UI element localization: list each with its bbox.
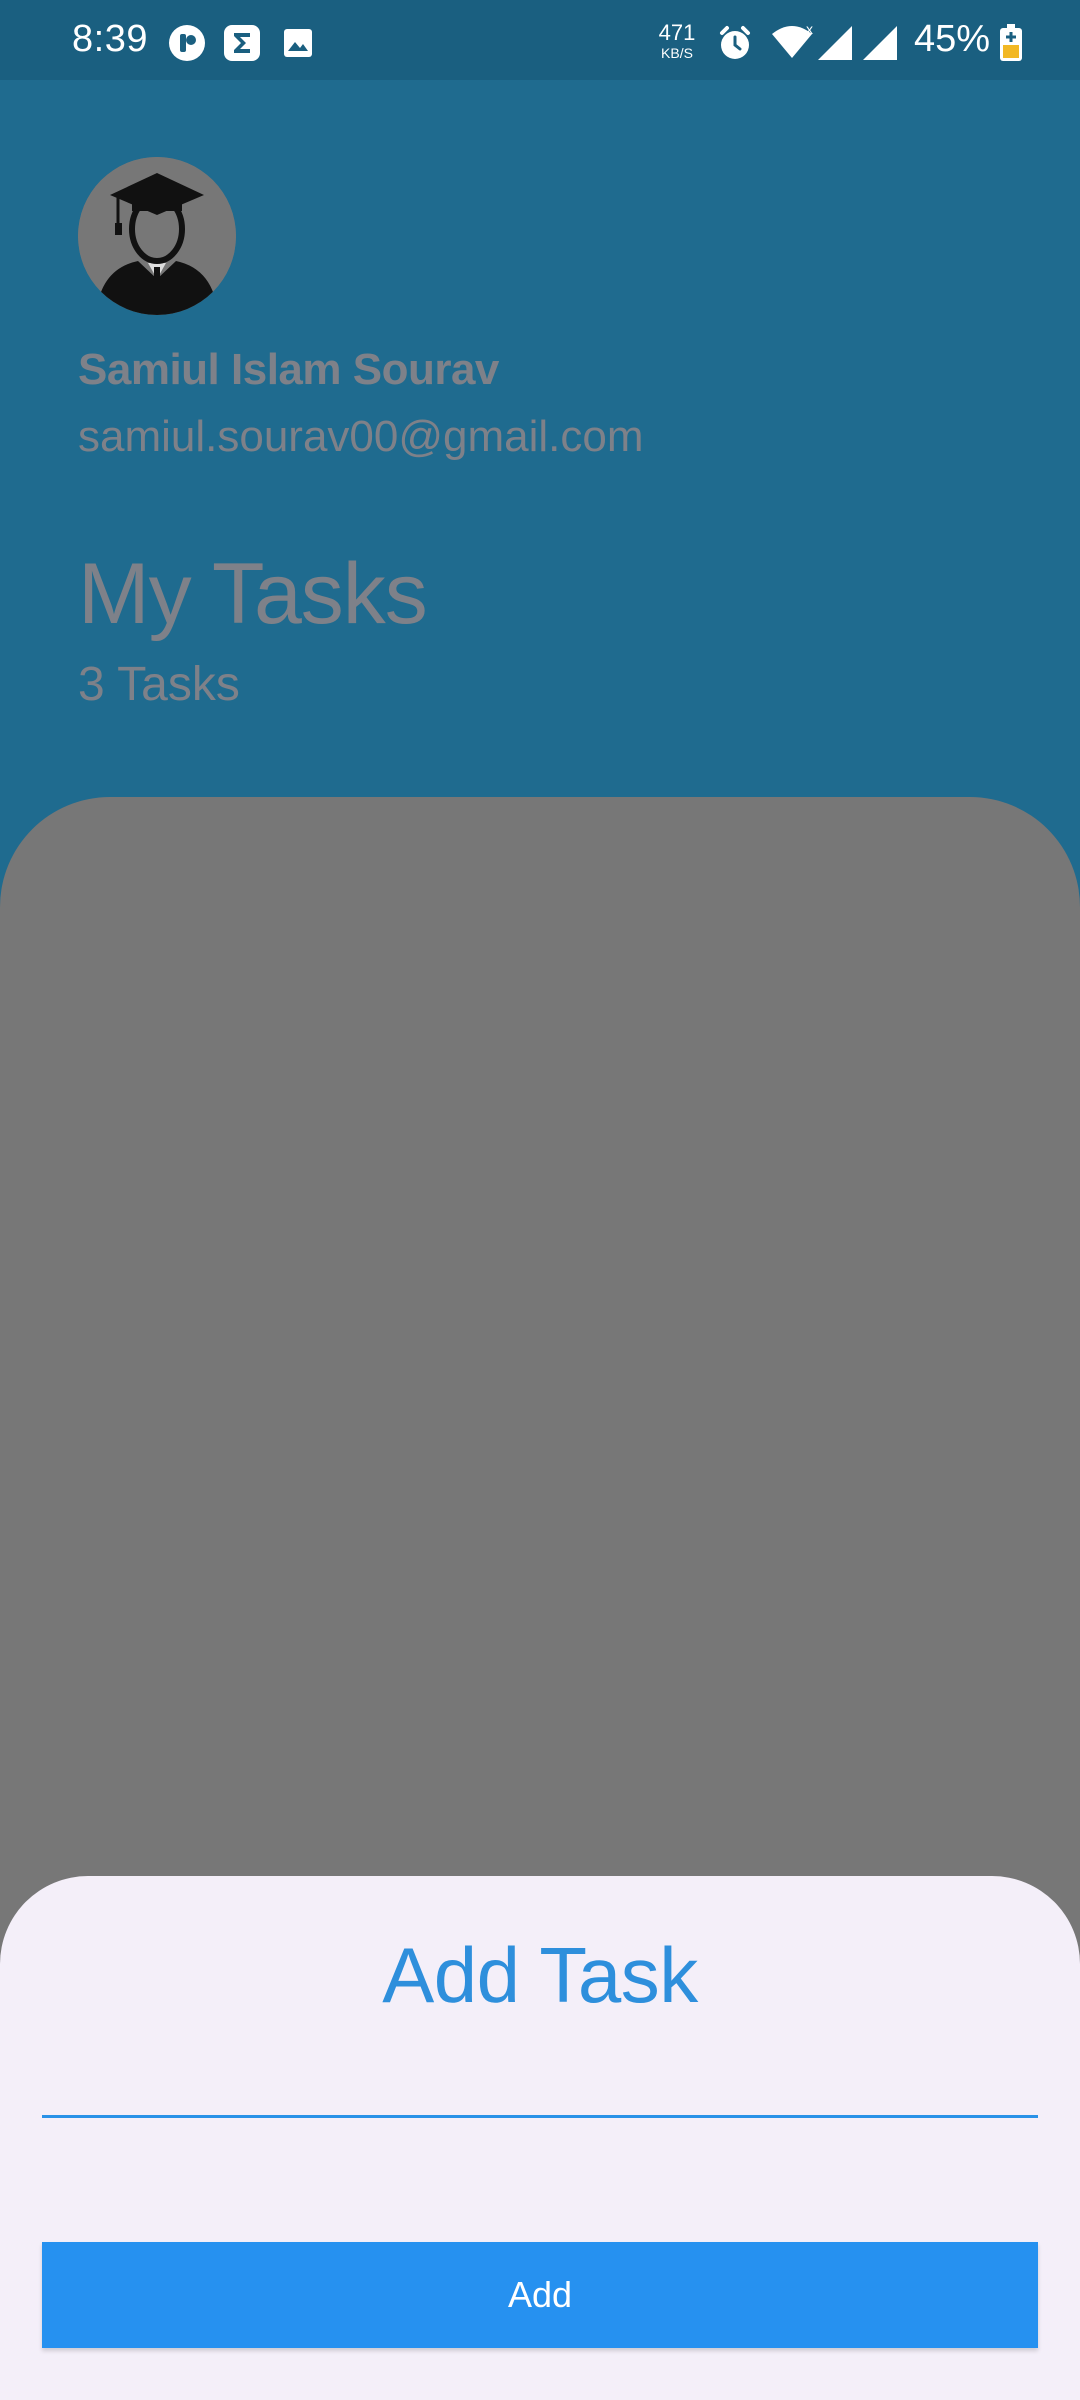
- network-speed-value: 471: [658, 20, 696, 45]
- add-task-sheet: Add Task Add: [0, 1876, 1080, 2400]
- alarm-icon: [716, 24, 754, 62]
- avatar: [78, 157, 236, 315]
- page-title: My Tasks: [78, 546, 428, 642]
- screen: 8:39 471 KB/S x 45% Samiul Islam Sourav …: [0, 0, 1080, 2400]
- status-time: 8:39: [72, 18, 148, 60]
- svg-text:x: x: [806, 24, 813, 37]
- cell-signal-icon: [816, 24, 854, 62]
- sigma-app-icon: [223, 24, 261, 62]
- sheet-title: Add Task: [382, 1931, 698, 2019]
- cell-signal-icon: [861, 24, 899, 62]
- network-speed: 471 KB/S: [655, 20, 699, 61]
- network-speed-unit: KB/S: [661, 45, 693, 61]
- task-count: 3 Tasks: [78, 658, 240, 711]
- user-email: samiul.sourav00@gmail.com: [78, 412, 644, 461]
- graduate-avatar-icon: [78, 157, 236, 315]
- app-notification-icon: [168, 24, 206, 62]
- task-input[interactable]: [42, 2046, 1038, 2118]
- user-name: Samiul Islam Sourav: [78, 345, 499, 394]
- status-bar: 8:39 471 KB/S x 45%: [0, 0, 1080, 80]
- add-button[interactable]: Add: [42, 2242, 1038, 2348]
- battery-charging-icon: [996, 24, 1026, 62]
- wifi-icon: x: [770, 24, 814, 62]
- image-icon: [279, 24, 317, 62]
- battery-percent: 45%: [914, 18, 991, 60]
